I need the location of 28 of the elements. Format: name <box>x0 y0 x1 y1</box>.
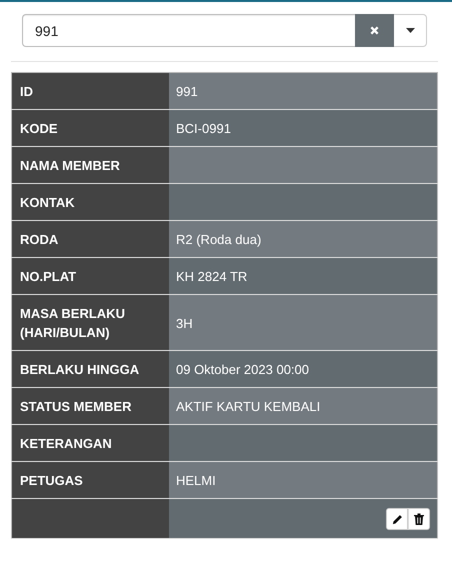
pencil-icon <box>392 514 402 524</box>
table-cell: R2 (Roda dua) <box>169 220 438 258</box>
row-label: PETUGAS <box>12 462 169 498</box>
row-label: RODA <box>12 220 169 258</box>
table-cell: 3H <box>169 294 438 350</box>
delete-button[interactable] <box>408 508 430 530</box>
row-label: BERLAKU HINGGA <box>12 350 169 388</box>
table-cell: BCI-0991 <box>169 110 438 146</box>
clear-button[interactable] <box>355 14 394 47</box>
row-label: STATUS MEMBER <box>12 388 169 424</box>
row-label: KONTAK <box>12 184 169 220</box>
edit-button[interactable] <box>386 508 408 530</box>
row-label: MASA BERLAKU (HARI/BULAN) <box>12 294 169 350</box>
table-cell: 09 Oktober 2023 00:00 <box>169 350 438 388</box>
table-cell: HELMI <box>169 462 438 498</box>
row-label: NAMA MEMBER <box>12 146 169 184</box>
table-cell: KH 2824 TR <box>169 258 438 294</box>
trash-icon <box>414 513 424 525</box>
table-cell: 991 <box>169 72 438 110</box>
caret-icon <box>406 28 414 33</box>
dropdown-button[interactable] <box>394 14 427 47</box>
row-label: ID <box>12 72 169 110</box>
search-field[interactable]: 991 <box>22 14 355 47</box>
table-cell: AKTIF KARTU KEMBALI <box>169 388 438 424</box>
row-label: NO.PLAT <box>12 258 169 294</box>
close-icon <box>370 26 379 35</box>
row-label: KETERANGAN <box>12 424 169 462</box>
row-label: KODE <box>12 110 169 146</box>
